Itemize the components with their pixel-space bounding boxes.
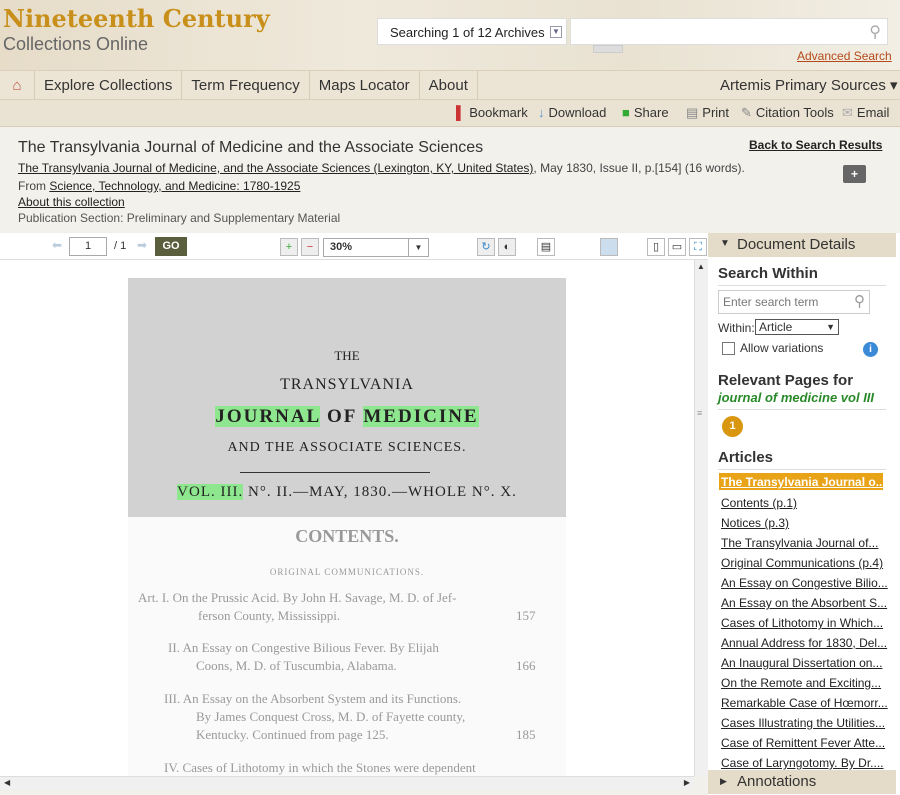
email-icon: ✉	[842, 105, 853, 120]
search-hit: MEDICINE	[363, 406, 479, 427]
single-row-icon[interactable]: ▭	[668, 238, 686, 256]
print-icon: ▤	[686, 105, 699, 120]
advanced-search-link[interactable]: Advanced Search	[797, 49, 892, 63]
horizontal-scrollbar[interactable]: ◀ ▶	[0, 776, 694, 790]
article-link[interactable]: Remarkable Case of Hœmorr...	[721, 696, 888, 710]
annotations-header[interactable]: ▶ Annotations	[708, 770, 896, 794]
relevant-page-badge[interactable]: 1	[722, 416, 743, 437]
vertical-scrollbar[interactable]: ▲ ≡	[694, 260, 708, 776]
go-button[interactable]: GO	[155, 237, 187, 256]
two-column-icon[interactable]: ▯	[647, 238, 665, 256]
search-icon[interactable]: ⚲	[869, 22, 881, 42]
nav-maps-locator[interactable]: Maps Locator	[310, 71, 420, 100]
search-within-heading: Search Within	[718, 265, 818, 282]
page-input[interactable]: 1	[69, 237, 107, 256]
bookmark-button[interactable]: ▌ Bookmark	[456, 105, 528, 120]
info-icon[interactable]: i	[863, 342, 878, 357]
chevron-down-icon: ▼	[408, 239, 428, 256]
collection-link[interactable]: Science, Technology, and Medicine: 1780-…	[49, 179, 300, 193]
home-icon[interactable]: ⌂	[0, 71, 35, 100]
print-button[interactable]: ▤ Print	[686, 105, 729, 121]
toolbar: ▌ Bookmark ↓ Download ■ Share ▤ Print ✎ Citat…	[0, 100, 900, 127]
article-link[interactable]: Notices (p.3)	[721, 516, 789, 530]
nav-about[interactable]: About	[420, 71, 478, 100]
article-link[interactable]: Case of Laryngotomy. By Dr....	[721, 756, 884, 770]
right-panel: ▼ Document Details Search Within Enter se…	[708, 233, 900, 795]
document-title: The Transylvania Journal of Medicine and…	[18, 139, 484, 156]
search-within-input[interactable]: Enter search term ⚲	[718, 290, 870, 314]
zoom-in-icon[interactable]: +	[280, 238, 298, 256]
from-label: From	[18, 179, 46, 193]
rotate-icon[interactable]: ↻	[477, 238, 495, 256]
about-collection-link[interactable]: About this collection	[18, 195, 125, 209]
article-link[interactable]: Cases of Lithotomy in Which...	[721, 616, 883, 630]
zoom-select[interactable]: 30% ▼	[323, 238, 429, 257]
back-to-results-link[interactable]: Back to Search Results	[749, 138, 882, 152]
bookmark-icon: ▌	[456, 105, 466, 120]
search-input[interactable]: ⚲	[570, 18, 888, 45]
download-button[interactable]: ↓ Download	[538, 105, 606, 120]
viewer-toolbar: ⬅ 1 / 1 ➡ GO + − 30% ▼ ↻ ◐ ▤ ▯ ▭ ⛶	[0, 233, 708, 260]
add-to-folder-icon[interactable]: +	[843, 165, 866, 183]
search-icon: ⚲	[854, 293, 865, 310]
zoom-out-icon[interactable]: −	[301, 238, 319, 256]
source-details: , May 1830, Issue II, p.[154] (16 words)…	[533, 161, 745, 175]
archive-selector-label: Searching 1 of 12 Archives	[390, 25, 545, 40]
article-link[interactable]: Annual Address for 1830, Del...	[721, 636, 887, 650]
article-link[interactable]: An Inaugural Dissertation on...	[721, 656, 882, 670]
article-link[interactable]: The Transylvania Journal of...	[721, 536, 878, 550]
article-link[interactable]: An Essay on the Absorbent S...	[721, 596, 887, 610]
share-button[interactable]: ■ Share	[622, 105, 669, 120]
allow-variations-label: Allow variations	[740, 341, 824, 355]
search-query: journal of medicine vol III	[718, 390, 875, 405]
document-details-header[interactable]: ▼ Document Details	[708, 233, 896, 257]
source-link[interactable]: The Transylvania Journal of Medicine, an…	[18, 161, 533, 175]
allow-variations-checkbox[interactable]	[722, 342, 735, 355]
search-hit: JOURNAL	[215, 406, 321, 427]
logo-title[interactable]: Nineteenth Century	[3, 4, 270, 33]
product-menu[interactable]: Artemis Primary Sources ▾	[720, 76, 898, 94]
text-view-icon[interactable]: ▤	[537, 238, 555, 256]
article-link[interactable]: Cases Illustrating the Utilities...	[721, 716, 885, 730]
logo-subtitle[interactable]: Collections Online	[3, 34, 148, 55]
next-page-icon[interactable]: ➡	[137, 238, 147, 252]
within-label: Within:	[718, 321, 755, 335]
chevron-down-icon: ▼	[550, 26, 562, 38]
search-hit: VOL. III.	[177, 484, 244, 500]
email-button[interactable]: ✉ Email	[842, 105, 889, 121]
fit-page-icon[interactable]	[600, 238, 618, 256]
caret-right-icon: ▶	[720, 776, 727, 786]
relevant-pages-heading: Relevant Pages for	[718, 372, 854, 389]
page-image[interactable]: THE TRANSYLVANIA JOURNAL OF MEDICINE AND…	[128, 278, 566, 776]
article-link[interactable]: The Transylvania Journal o...	[721, 475, 886, 489]
page-total: / 1	[114, 240, 127, 252]
prev-page-icon[interactable]: ⬅	[52, 238, 62, 252]
chevron-down-icon: ▼	[826, 322, 835, 332]
contrast-icon[interactable]: ◐	[498, 238, 516, 256]
article-link[interactable]: On the Remote and Exciting...	[721, 676, 881, 690]
share-icon: ■	[622, 105, 630, 120]
article-link[interactable]: Original Communications (p.4)	[721, 556, 883, 570]
articles-heading: Articles	[718, 449, 774, 466]
article-link[interactable]: Contents (p.1)	[721, 496, 797, 510]
within-select[interactable]: Article ▼	[755, 319, 839, 335]
fullscreen-icon[interactable]: ⛶	[689, 238, 707, 256]
publication-section: Publication Section: Preliminary and Sup…	[18, 211, 341, 225]
nav-explore-collections[interactable]: Explore Collections	[35, 71, 183, 100]
search-options-toggle[interactable]	[593, 45, 623, 53]
archive-selector[interactable]: Searching 1 of 12 Archives ▼	[377, 18, 567, 45]
article-link[interactable]: An Essay on Congestive Bilio...	[721, 576, 888, 590]
download-icon: ↓	[538, 105, 545, 120]
article-link[interactable]: Case of Remittent Fever Atte...	[721, 736, 885, 750]
citation-tools-button[interactable]: ✎ Citation Tools	[741, 105, 834, 121]
pen-icon: ✎	[741, 105, 752, 120]
caret-down-icon: ▼	[720, 238, 730, 249]
nav-term-frequency[interactable]: Term Frequency	[182, 71, 310, 100]
